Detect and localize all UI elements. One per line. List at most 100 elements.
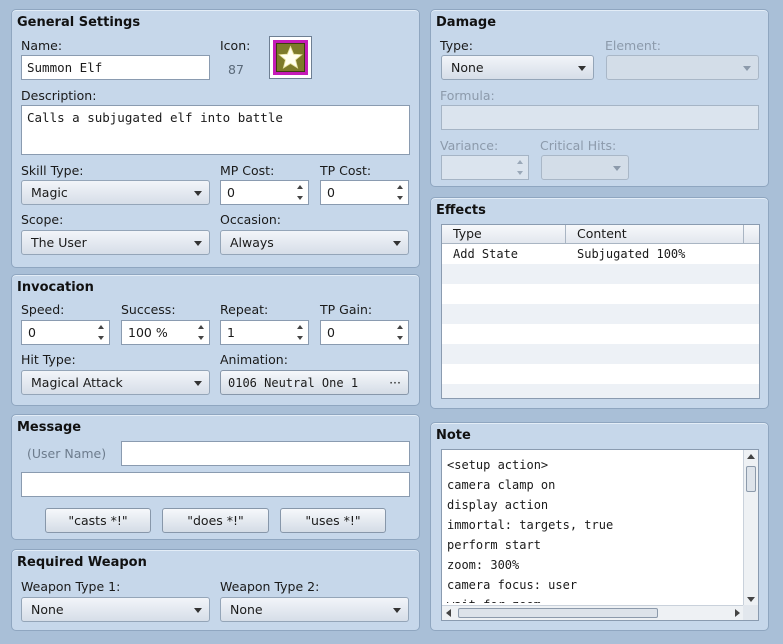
repeat-value: 1 [227,325,235,340]
spin-arrows-icon[interactable] [397,324,405,341]
spin-arrows-icon[interactable] [198,324,206,341]
scroll-down-icon[interactable] [747,597,755,602]
table-row[interactable] [442,264,759,284]
table-row[interactable]: Add State Subjugated 100% [442,244,759,264]
skill-type-select[interactable]: Magic [21,180,210,205]
note-vertical-scrollbar[interactable] [743,450,758,606]
note-line: <setup action> [447,458,549,472]
note-title: Note [436,428,471,443]
effects-table-header: Type Content [442,225,759,244]
scope-select[interactable]: The User [21,230,210,255]
scroll-hthumb[interactable] [458,608,658,618]
note-line: perform start [447,538,541,552]
animation-picker-button[interactable]: 0106 Neutral One 1 ··· [220,370,409,395]
formula-label: Formula: [440,88,495,103]
speed-value: 0 [28,325,36,340]
note-textarea[interactable]: <setup action> camera clamp on display a… [441,449,759,621]
chevron-down-icon [194,241,202,246]
note-line: zoom: 300% [447,558,520,572]
message-title: Message [17,420,82,435]
tp-cost-label: TP Cost: [320,163,372,178]
formula-input[interactable] [441,105,759,130]
table-row[interactable] [442,284,759,304]
spin-arrows-icon[interactable] [517,159,525,176]
table-row[interactable] [442,304,759,324]
table-row[interactable] [442,384,759,398]
scroll-left-icon[interactable] [446,609,451,617]
message-line1-input[interactable] [121,441,410,466]
damage-type-select[interactable]: None [441,55,594,80]
element-label: Element: [605,38,661,53]
description-textarea[interactable]: Calls a subjugated elf into battle [21,105,410,155]
variance-label: Variance: [440,138,499,153]
tp-gain-stepper[interactable]: 0 [320,320,409,345]
speed-label: Speed: [21,302,65,317]
success-stepper[interactable]: 100 % [121,320,210,345]
chevron-down-icon [194,608,202,613]
animation-label: Animation: [220,352,288,367]
animation-value: 0106 Neutral One 1 [228,376,359,390]
mp-cost-stepper[interactable]: 0 [220,180,309,205]
required-weapon-title: Required Weapon [17,555,147,570]
variance-stepper[interactable] [441,155,529,180]
casts-button[interactable]: "casts *!" [45,508,151,533]
spin-arrows-icon[interactable] [98,324,106,341]
note-line: immortal: targets, true [447,518,614,532]
damage-panel: Damage Type: None Element: Formula: Vari… [430,9,769,187]
ellipsis-icon: ··· [389,375,401,390]
icon-index: 87 [228,62,244,77]
weapon-type2-value: None [230,602,263,617]
element-select[interactable] [606,55,759,80]
speed-stepper[interactable]: 0 [21,320,110,345]
occasion-label: Occasion: [220,212,282,227]
repeat-stepper[interactable]: 1 [220,320,309,345]
note-line: display action [447,498,549,512]
spin-arrows-icon[interactable] [297,324,305,341]
note-line: wait for zoom [442,595,742,603]
table-row[interactable] [442,324,759,344]
scroll-right-icon[interactable] [735,609,740,617]
hit-type-value: Magical Attack [31,375,123,390]
chevron-down-icon [393,608,401,613]
damage-title: Damage [436,15,497,30]
user-name-label: (User Name) [27,446,107,461]
critical-hits-select[interactable] [541,155,629,180]
tp-gain-label: TP Gain: [320,302,373,317]
scroll-up-icon[interactable] [747,454,755,459]
tp-cost-stepper[interactable]: 0 [320,180,409,205]
note-horizontal-scrollbar[interactable] [442,605,744,620]
column-header-type[interactable]: Type [442,225,566,244]
chevron-down-icon [393,241,401,246]
effects-table-body: Add State Subjugated 100% [442,244,759,398]
name-label: Name: [21,38,63,53]
star-icon [276,43,305,72]
required-weapon-panel: Required Weapon Weapon Type 1: None Weap… [11,549,420,631]
occasion-select[interactable]: Always [220,230,409,255]
does-button[interactable]: "does *!" [162,508,269,533]
icon-picker[interactable] [269,36,312,79]
skill-type-label: Skill Type: [21,163,84,178]
effects-table[interactable]: Type Content Add State Subjugated 100% [441,224,760,399]
table-row[interactable] [442,344,759,364]
note-panel: Note <setup action> camera clamp on disp… [430,422,769,631]
table-row[interactable] [442,364,759,384]
chevron-down-icon [194,381,202,386]
spin-arrows-icon[interactable] [297,184,305,201]
column-header-content[interactable]: Content [566,225,744,244]
invocation-title: Invocation [17,280,94,295]
invocation-panel: Invocation Speed: 0 Success: 100 % Repea… [11,274,420,406]
icon-swatch [273,40,308,75]
message-line2-input[interactable] [21,472,410,497]
scroll-corner [743,605,758,620]
weapon-type1-value: None [31,602,64,617]
name-input[interactable]: Summon Elf [21,55,210,80]
weapon-type1-label: Weapon Type 1: [21,579,121,594]
hit-type-select[interactable]: Magical Attack [21,370,210,395]
weapon-type1-select[interactable]: None [21,597,210,622]
scroll-thumb[interactable] [746,466,756,492]
skill-type-value: Magic [31,185,68,200]
uses-button[interactable]: "uses *!" [280,508,386,533]
weapon-type2-select[interactable]: None [220,597,409,622]
note-line: camera clamp on [447,478,556,492]
spin-arrows-icon[interactable] [397,184,405,201]
